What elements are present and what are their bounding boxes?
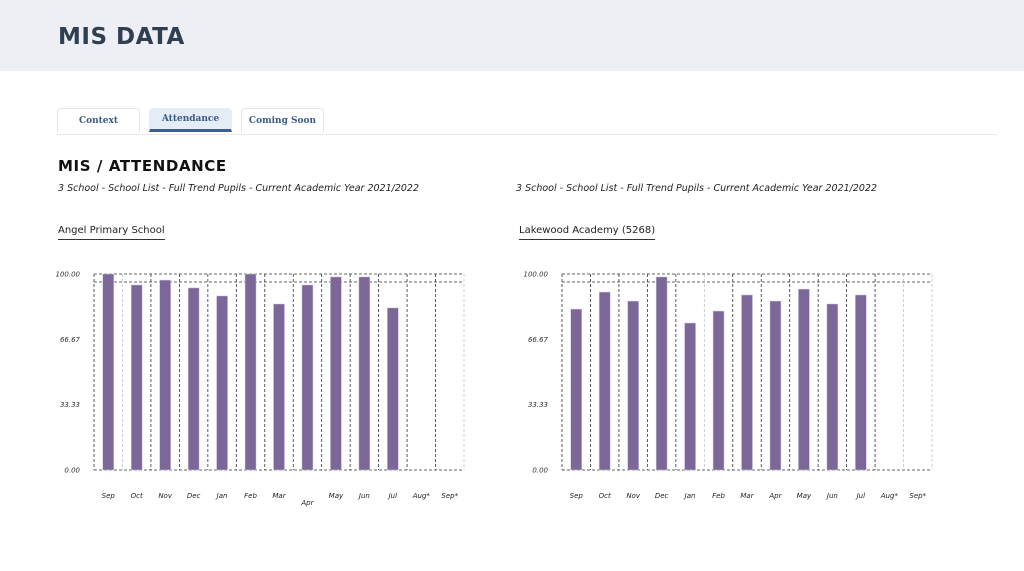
bar-feb [244, 273, 257, 471]
bar-apr [769, 300, 782, 471]
bar-apr [301, 284, 314, 471]
chart-svg: 0.00 33.33 66.67 100.00 Sep Oct Nov Dec Jan Feb Ma… [56, 271, 465, 507]
tab-coming-soon[interactable]: Coming Soon [241, 108, 324, 132]
x-tick-label: Aug* [880, 492, 899, 500]
x-tick-label: Jan [215, 492, 228, 500]
chart-svg: 0.00 33.33 66.67 100.00 Sep Oct Nov Dec Jan Feb Ma… [524, 271, 933, 500]
y-tick-label: 0.00 [64, 467, 80, 475]
x-tick-label: Oct [599, 492, 611, 500]
chart-subtitle-right: 3 School - School List - Full Trend Pupi… [516, 183, 877, 194]
tab-attendance[interactable]: Attendance [149, 108, 232, 132]
x-tick-label: Dec [187, 492, 201, 500]
bar-sep [102, 273, 114, 471]
tab-divider [57, 134, 997, 135]
bar-jul [387, 307, 399, 471]
x-tick-label: Jun [357, 492, 370, 500]
x-tick-label: Aug* [412, 492, 431, 500]
y-tick-label: 100.00 [56, 271, 81, 279]
bar-nov [627, 300, 639, 471]
page-title: MIS DATA [58, 24, 185, 50]
x-tick-label: Sep [102, 492, 116, 500]
x-tick-label: Jul [387, 492, 398, 500]
x-tick-label: May [797, 492, 812, 500]
bar-jun [358, 276, 371, 471]
y-tick-label: 0.00 [532, 467, 548, 475]
bar-oct [130, 284, 143, 471]
bar-may [330, 276, 342, 471]
y-tick-label: 33.33 [528, 401, 548, 409]
x-tick-label: Mar [272, 492, 286, 500]
x-tick-label: Apr [300, 499, 314, 507]
bar-jan [216, 295, 228, 471]
x-tick-label: Sep* [909, 492, 926, 500]
x-tick-label: Dec [655, 492, 669, 500]
y-tick-label: 33.33 [60, 401, 80, 409]
bar-feb [712, 310, 725, 471]
bar-jun [826, 303, 839, 471]
school-title-angel-primary: Angel Primary School [58, 225, 165, 240]
bar-nov [159, 279, 171, 471]
y-tick-label: 66.67 [60, 336, 81, 344]
school-title-lakewood-academy: Lakewood Academy (5268) [519, 225, 656, 240]
x-tick-label: Jan [683, 492, 696, 500]
x-tick-label: Feb [712, 492, 725, 500]
x-tick-label: Nov [158, 492, 173, 500]
x-tick-label: Oct [131, 492, 143, 500]
x-tick-label: Nov [626, 492, 641, 500]
y-tick-label: 100.00 [524, 271, 549, 279]
x-tick-label: Sep [570, 492, 584, 500]
x-tick-label: Mar [740, 492, 754, 500]
section-title: MIS / ATTENDANCE [58, 157, 227, 175]
bar-jan [684, 322, 696, 471]
x-tick-label: May [329, 492, 344, 500]
page-header: MIS DATA [0, 0, 1024, 71]
bar-mar [741, 294, 753, 471]
x-tick-label: Jul [855, 492, 866, 500]
attendance-chart-left: 0.00 33.33 66.67 100.00 Sep Oct Nov Dec Jan Feb Ma… [50, 262, 470, 512]
bar-mar [273, 303, 285, 471]
bar-sep [570, 308, 582, 471]
bar-dec [187, 287, 200, 471]
x-tick-label: Apr [768, 492, 782, 500]
bar-oct [598, 291, 611, 471]
tab-context[interactable]: Context [57, 108, 140, 132]
x-tick-label: Sep* [441, 492, 458, 500]
bar-may [798, 288, 810, 471]
tab-bar: Context Attendance Coming Soon [57, 108, 333, 132]
bar-dec [655, 276, 668, 471]
chart-subtitle-left: 3 School - School List - Full Trend Pupi… [58, 183, 419, 194]
x-tick-label: Jun [825, 492, 838, 500]
bar-jul [855, 294, 867, 471]
x-tick-label: Feb [244, 492, 257, 500]
y-tick-label: 66.67 [528, 336, 549, 344]
attendance-chart-right: 0.00 33.33 66.67 100.00 Sep Oct Nov Dec Jan Feb Ma… [510, 262, 933, 512]
